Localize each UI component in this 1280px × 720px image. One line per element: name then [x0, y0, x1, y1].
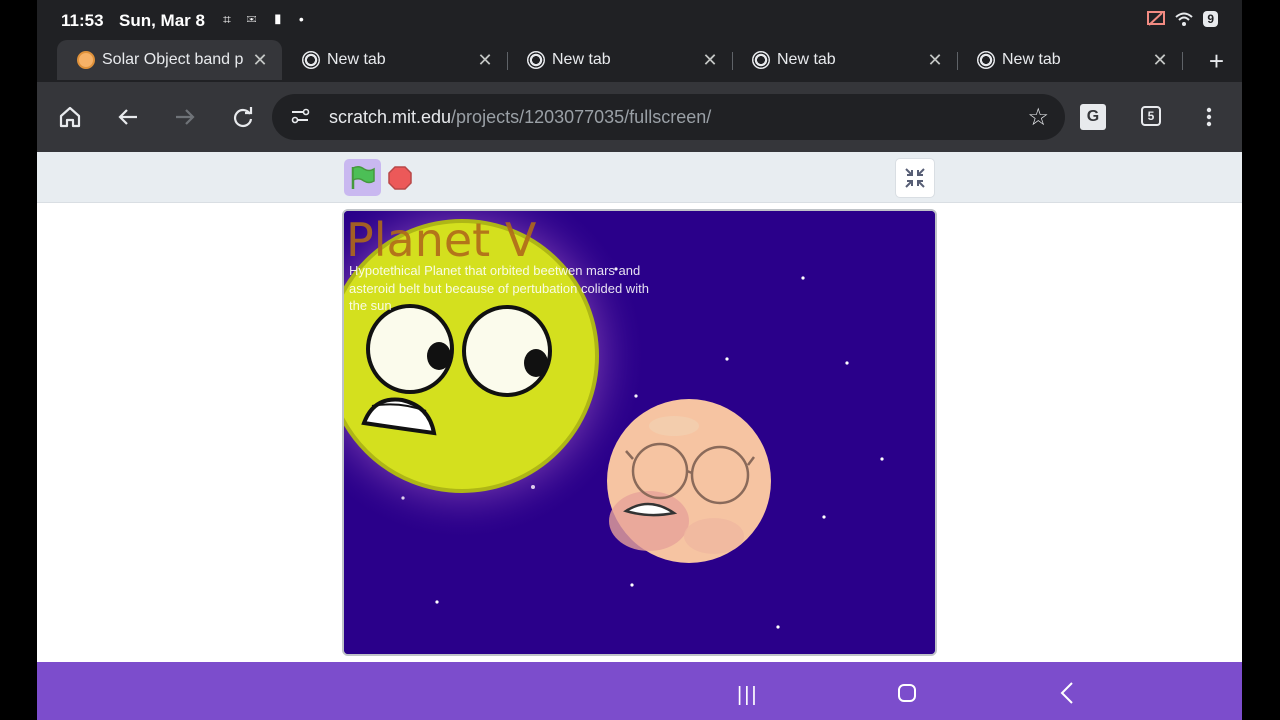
green-flag-button[interactable] [344, 159, 381, 196]
close-icon[interactable]: ✕ [246, 50, 274, 71]
home-circle-icon[interactable] [898, 684, 916, 702]
android-navigation-bar: ||| [37, 662, 1242, 720]
tab-new-2[interactable]: New tab ✕ [507, 40, 732, 80]
cast-icon [1147, 11, 1166, 26]
tab-title: New tab [327, 51, 386, 68]
tab-title: New tab [777, 51, 836, 68]
notification-icons: ⌗ ✉ ▮ • [223, 11, 310, 27]
tab-title: New tab [1002, 51, 1061, 68]
bookmark-star-icon[interactable]: ☆ [1027, 103, 1049, 132]
new-tab-plus-icon[interactable]: + [1209, 46, 1224, 77]
chrome-icon [977, 51, 995, 69]
stop-button[interactable] [388, 166, 412, 190]
status-time: 11:53 [61, 11, 104, 30]
device-screen: 11:53 Sun, Mar 8 ⌗ ✉ ▮ • 9 Solar Object … [37, 0, 1242, 720]
recents-icon[interactable]: ||| [737, 684, 759, 707]
planet-description: Hypotethical Planet that orbited beetwen… [349, 263, 649, 313]
url-text[interactable]: scratch.mit.edu/projects/1203077035/full… [329, 107, 711, 128]
back-arrow-icon[interactable] [113, 102, 143, 132]
more-menu-icon[interactable] [1194, 102, 1224, 132]
tab-new-4[interactable]: New tab ✕ [957, 40, 1182, 80]
close-icon[interactable]: ✕ [1146, 50, 1174, 71]
url-host: scratch.mit.edu [329, 107, 452, 127]
planet-title: Planet V [346, 213, 537, 267]
chrome-icon [302, 51, 320, 69]
wifi-icon [1175, 12, 1193, 26]
scratch-cat-icon [77, 51, 95, 69]
system-status-icons: 9 [1147, 11, 1218, 27]
battery-icon: 9 [1203, 11, 1218, 27]
url-path: /projects/1203077035/fullscreen/ [451, 107, 712, 127]
translate-icon[interactable]: G [1080, 104, 1106, 130]
stop-icon [388, 166, 412, 190]
nav-back-icon[interactable] [1057, 678, 1077, 708]
tab-new-1[interactable]: New tab ✕ [282, 40, 507, 80]
chrome-icon [527, 51, 545, 69]
tab-switcher-button[interactable]: 5 [1141, 106, 1161, 126]
exit-fullscreen-icon [905, 168, 925, 188]
scratch-fullscreen-page: Planet V Hypotethical Planet that orbite… [37, 152, 1242, 662]
status-bar: 11:53 Sun, Mar 8 ⌗ ✉ ▮ • 9 [37, 0, 1242, 40]
home-icon[interactable] [55, 102, 85, 132]
exit-fullscreen-button[interactable] [895, 158, 935, 198]
tab-title: New tab [552, 51, 611, 68]
tab-new-3[interactable]: New tab ✕ [732, 40, 957, 80]
reload-icon[interactable] [228, 102, 258, 132]
forward-arrow-icon[interactable] [170, 102, 200, 132]
close-icon[interactable]: ✕ [471, 50, 499, 71]
close-icon[interactable]: ✕ [696, 50, 724, 71]
stage-controls [37, 152, 1242, 203]
tab-title: Solar Object band p [102, 51, 244, 68]
project-stage[interactable]: Planet V Hypotethical Planet that orbite… [342, 209, 937, 656]
address-bar[interactable]: scratch.mit.edu/projects/1203077035/full… [272, 94, 1065, 140]
tab-separator [1182, 52, 1183, 70]
browser-toolbar: scratch.mit.edu/projects/1203077035/full… [37, 82, 1242, 152]
close-icon[interactable]: ✕ [921, 50, 949, 71]
status-date: Sun, Mar 8 [119, 11, 205, 30]
site-settings-icon[interactable] [290, 106, 310, 126]
tab-solar-object[interactable]: Solar Object band p ✕ [57, 40, 282, 80]
chrome-icon [752, 51, 770, 69]
green-flag-icon [351, 165, 375, 189]
tab-strip: Solar Object band p ✕ New tab ✕ New tab … [37, 40, 1242, 82]
